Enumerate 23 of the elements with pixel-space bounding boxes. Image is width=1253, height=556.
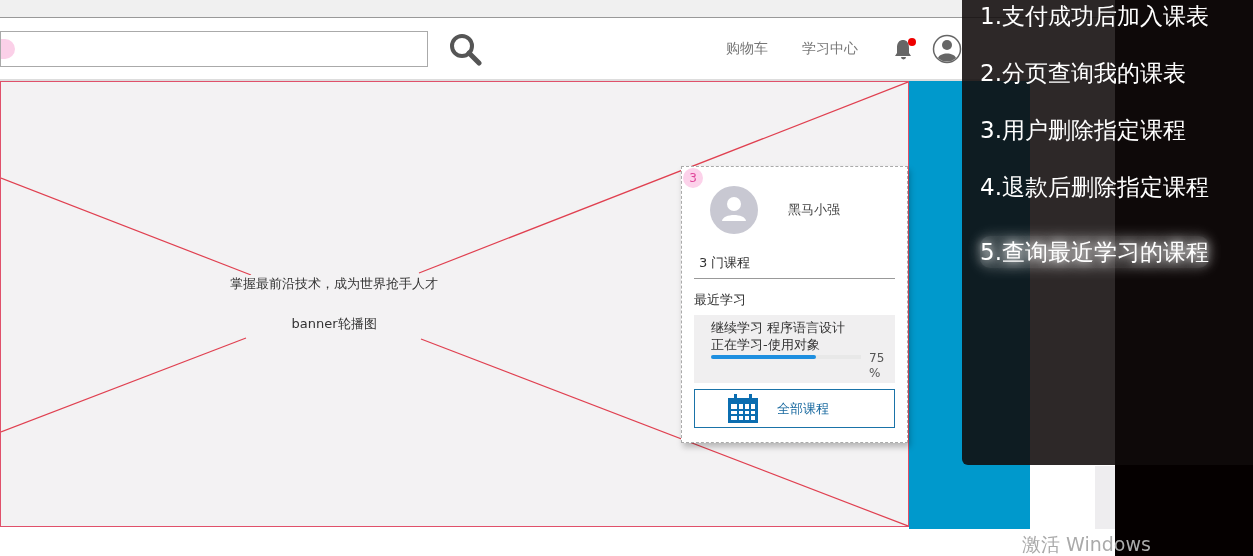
avatar-icon[interactable] [932,33,962,64]
step-badge: 3 [683,168,703,188]
note-item: 4.退款后删除指定课程 [980,173,1209,202]
nav-link[interactable]: 学习中心 [802,39,858,58]
user-name: 黑马小强 [788,201,840,219]
lesson-title: 正在学习-使用对象 [711,336,821,353]
note-item: 1.支付成功后加入课表 [980,2,1209,31]
marker-icon [1,38,15,59]
scrollbar-track [1095,466,1115,529]
course-count: 3 门课程 [699,254,752,272]
recent-course-card[interactable]: 继续学习 程序语言设计 正在学习-使用对象 75 % [694,315,895,383]
all-courses-button[interactable]: 全部课程 [694,389,895,428]
section-title: 最近学习 [694,291,747,309]
progress-percent: 75 % [869,351,886,381]
user-avatar-icon [710,186,758,234]
nav-link[interactable]: 购物车 [726,39,768,58]
search-icon[interactable] [448,31,482,66]
bell-icon[interactable] [892,36,918,61]
search-field[interactable] [0,30,428,67]
note-item: 2.分页查询我的课表 [980,59,1186,88]
calendar-icon [727,393,759,424]
course-title: 继续学习 程序语言设计 [711,319,847,336]
note-item: 3.用户删除指定课程 [980,116,1186,145]
